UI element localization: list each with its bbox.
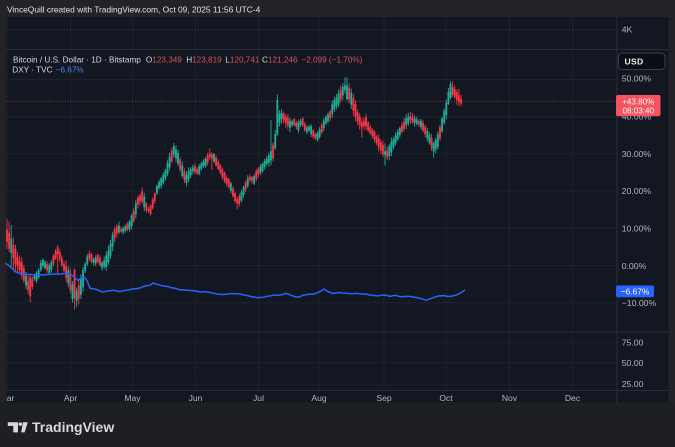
svg-text:Bitcoin / U.S. Dollar · 1D · B: Bitcoin / U.S. Dollar · 1D · BitstampO12… <box>13 55 363 64</box>
svg-text:20.00%: 20.00% <box>622 186 652 196</box>
svg-text:Aug: Aug <box>311 393 327 403</box>
svg-text:Nov: Nov <box>502 393 518 403</box>
svg-text:VinceQuill created with Tradin: VinceQuill created with TradingView.com,… <box>7 5 261 15</box>
svg-text:DXY · TVC−6.67%: DXY · TVC−6.67% <box>12 66 83 75</box>
svg-text:50.00%: 50.00% <box>622 74 652 84</box>
svg-text:75.00: 75.00 <box>622 338 644 348</box>
svg-text:10.00%: 10.00% <box>622 223 652 233</box>
svg-text:Oct: Oct <box>439 393 453 403</box>
svg-text:4K: 4K <box>622 25 633 35</box>
svg-text:−6.67%: −6.67% <box>621 286 650 296</box>
svg-text:Apr: Apr <box>64 393 78 403</box>
svg-text:USD: USD <box>625 56 644 66</box>
svg-text:TradingView: TradingView <box>32 419 114 435</box>
svg-text:08:03:40: 08:03:40 <box>623 107 655 116</box>
svg-text:Jun: Jun <box>189 393 203 403</box>
svg-text:−10.00%: −10.00% <box>622 298 657 308</box>
svg-text:0.00%: 0.00% <box>622 261 647 271</box>
svg-text:Sep: Sep <box>376 393 392 403</box>
svg-text:+43.80%: +43.80% <box>622 97 654 106</box>
svg-text:50.00: 50.00 <box>622 358 644 368</box>
svg-text:30.00%: 30.00% <box>622 149 652 159</box>
svg-text:25.00: 25.00 <box>622 379 644 389</box>
svg-text:Dec: Dec <box>565 393 581 403</box>
svg-text:May: May <box>124 393 141 403</box>
svg-text:Jul: Jul <box>253 393 264 403</box>
